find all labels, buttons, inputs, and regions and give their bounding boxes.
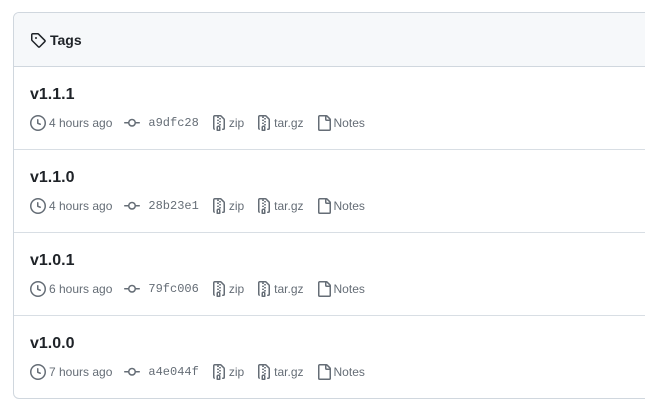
zip-link[interactable]: zip xyxy=(229,365,244,379)
tag-name-link[interactable]: v1.1.1 xyxy=(30,86,74,104)
file-icon xyxy=(316,364,332,380)
zip-link[interactable]: zip xyxy=(229,116,244,130)
commit-icon xyxy=(124,115,141,131)
tag-row: v1.0.1 6 hours ago 79fc006 zip tar.gz No… xyxy=(14,233,645,316)
targz-download[interactable]: tar.gz xyxy=(256,115,304,131)
file-icon xyxy=(316,198,332,214)
commit-sha-link[interactable]: a4e044f xyxy=(148,365,198,379)
tag-commit[interactable]: 28b23e1 xyxy=(124,198,199,214)
tag-time: 4 hours ago xyxy=(30,115,112,131)
clock-icon xyxy=(30,281,46,297)
commit-icon xyxy=(124,364,141,380)
zip-download[interactable]: zip xyxy=(211,281,244,297)
tag-row: v1.1.1 4 hours ago a9dfc28 zip tar.gz No… xyxy=(14,67,645,150)
tag-time: 4 hours ago xyxy=(30,198,112,214)
targz-link[interactable]: tar.gz xyxy=(274,116,303,130)
clock-icon xyxy=(30,198,46,214)
zip-link[interactable]: zip xyxy=(229,282,244,296)
file-zip-icon xyxy=(256,281,272,297)
tag-meta: 6 hours ago 79fc006 zip tar.gz Notes xyxy=(30,281,377,297)
targz-link[interactable]: tar.gz xyxy=(274,199,303,213)
commit-icon xyxy=(124,198,141,214)
file-icon xyxy=(316,115,332,131)
zip-download[interactable]: zip xyxy=(211,115,244,131)
tag-icon xyxy=(30,32,46,48)
commit-icon xyxy=(124,281,141,297)
release-notes[interactable]: Notes xyxy=(316,198,365,214)
tag-row: v1.0.0 7 hours ago a4e044f zip tar.gz No… xyxy=(14,316,645,398)
targz-download[interactable]: tar.gz xyxy=(256,281,304,297)
tag-time: 7 hours ago xyxy=(30,364,112,380)
tag-row: v1.1.0 4 hours ago 28b23e1 zip tar.gz No… xyxy=(14,150,645,233)
clock-icon xyxy=(30,115,46,131)
notes-link[interactable]: Notes xyxy=(334,116,365,130)
tag-time-text: 4 hours ago xyxy=(49,199,113,213)
tag-commit[interactable]: a9dfc28 xyxy=(124,115,199,131)
notes-link[interactable]: Notes xyxy=(334,365,365,379)
commit-sha-link[interactable]: a9dfc28 xyxy=(148,116,198,130)
tag-time-text: 6 hours ago xyxy=(49,282,113,296)
zip-download[interactable]: zip xyxy=(211,364,244,380)
tag-time: 6 hours ago xyxy=(30,281,112,297)
notes-link[interactable]: Notes xyxy=(334,282,365,296)
tag-name-link[interactable]: v1.1.0 xyxy=(30,169,74,187)
file-icon xyxy=(316,281,332,297)
tag-commit[interactable]: a4e044f xyxy=(124,364,199,380)
tag-time-text: 7 hours ago xyxy=(49,365,113,379)
targz-download[interactable]: tar.gz xyxy=(256,364,304,380)
tag-commit[interactable]: 79fc006 xyxy=(124,281,199,297)
tag-meta: 4 hours ago a9dfc28 zip tar.gz Notes xyxy=(30,115,377,131)
release-notes[interactable]: Notes xyxy=(316,364,365,380)
notes-link[interactable]: Notes xyxy=(334,199,365,213)
zip-link[interactable]: zip xyxy=(229,199,244,213)
tag-name-link[interactable]: v1.0.0 xyxy=(30,335,74,353)
tag-name-link[interactable]: v1.0.1 xyxy=(30,252,74,270)
release-notes[interactable]: Notes xyxy=(316,115,365,131)
file-zip-icon xyxy=(211,364,227,380)
file-zip-icon xyxy=(211,281,227,297)
tag-time-text: 4 hours ago xyxy=(49,116,113,130)
tag-meta: 7 hours ago a4e044f zip tar.gz Notes xyxy=(30,364,377,380)
zip-download[interactable]: zip xyxy=(211,198,244,214)
file-zip-icon xyxy=(256,115,272,131)
targz-link[interactable]: tar.gz xyxy=(274,282,303,296)
tags-header: Tags xyxy=(14,13,645,67)
commit-sha-link[interactable]: 28b23e1 xyxy=(148,199,198,213)
tag-meta: 4 hours ago 28b23e1 zip tar.gz Notes xyxy=(30,198,377,214)
release-notes[interactable]: Notes xyxy=(316,281,365,297)
targz-link[interactable]: tar.gz xyxy=(274,365,303,379)
file-zip-icon xyxy=(256,198,272,214)
file-zip-icon xyxy=(211,198,227,214)
file-zip-icon xyxy=(211,115,227,131)
clock-icon xyxy=(30,364,46,380)
file-zip-icon xyxy=(256,364,272,380)
tags-box: Tags v1.1.1 4 hours ago a9dfc28 zip tar.… xyxy=(13,12,645,399)
targz-download[interactable]: tar.gz xyxy=(256,198,304,214)
tags-title: Tags xyxy=(50,31,82,48)
commit-sha-link[interactable]: 79fc006 xyxy=(148,282,198,296)
